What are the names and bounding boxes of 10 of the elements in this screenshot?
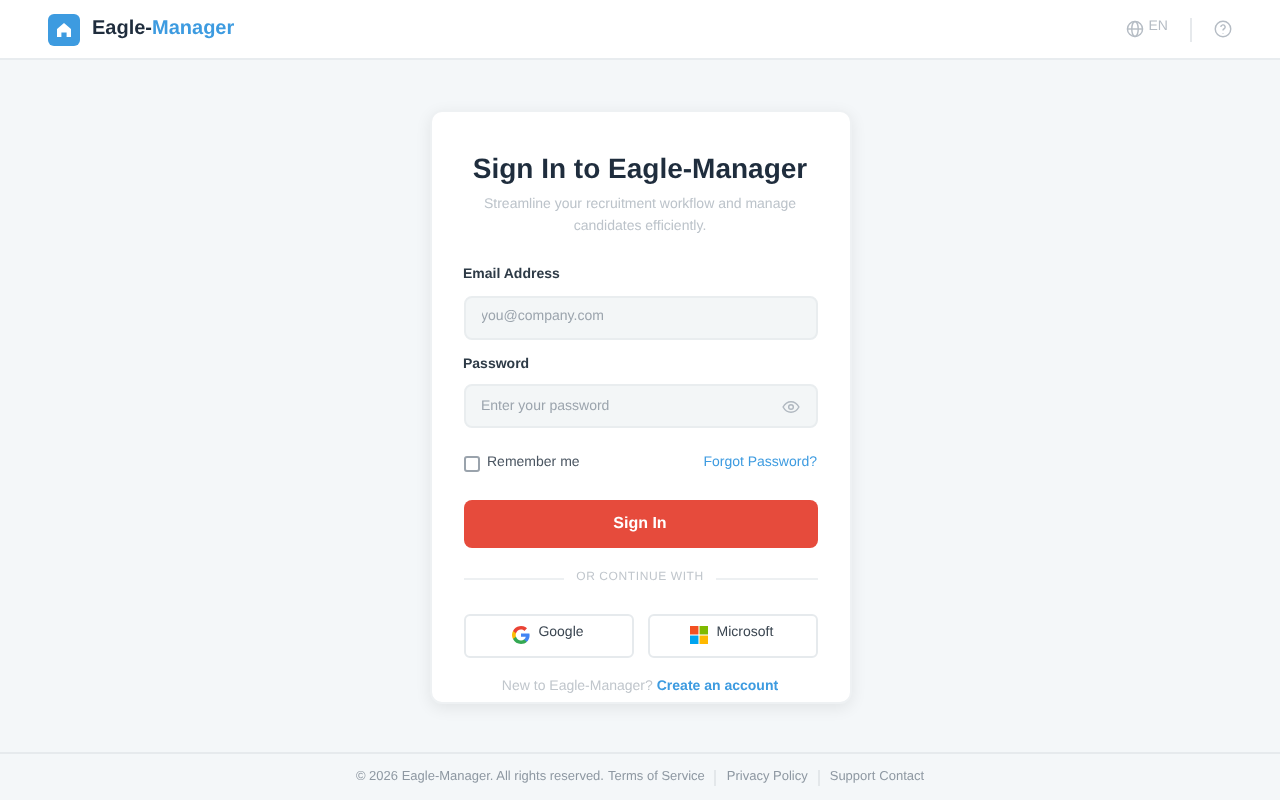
- brand-name: Eagle-Manager: [92, 16, 235, 44]
- microsoft-squares-icon: [690, 626, 709, 644]
- home-icon[interactable]: [48, 13, 80, 45]
- card-title: Sign In to Eagle-Manager: [470, 150, 810, 186]
- remember-checkbox[interactable]: [463, 456, 479, 473]
- help-icon[interactable]: [1214, 20, 1232, 38]
- globe-icon: [1126, 20, 1145, 38]
- google-g-icon: [512, 626, 531, 644]
- sign-in-button[interactable]: Sign In: [463, 499, 817, 547]
- eye-icon[interactable]: [781, 399, 799, 413]
